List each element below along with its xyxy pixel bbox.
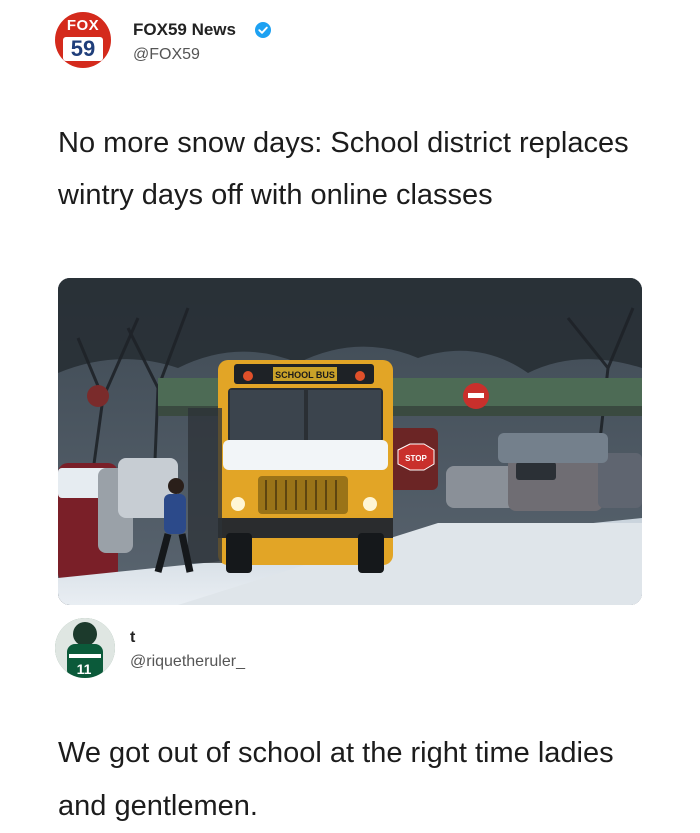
reply-header: 11 t @riquetheruler_ <box>55 618 655 688</box>
avatar-riquetheruler[interactable]: 11 <box>55 618 115 678</box>
avatar-fox59[interactable]: FOX 59 <box>55 12 111 68</box>
verified-badge-icon <box>255 22 271 38</box>
author-name[interactable]: FOX59 News <box>133 20 236 40</box>
bus-sign-text: SCHOOL BUS <box>275 370 335 380</box>
avatar-number-box: 59 <box>63 37 103 61</box>
reply-text: We got out of school at the right time l… <box>58 737 614 822</box>
reply-author-handle[interactable]: @riquetheruler_ <box>130 653 245 671</box>
tweet-header-fox59: FOX 59 FOX59 News @FOX59 <box>55 12 655 74</box>
reply-author-name[interactable]: t <box>130 629 135 647</box>
tweet-text: No more snow days: School district repla… <box>58 127 629 211</box>
stop-sign-text: STOP <box>405 454 427 463</box>
avatar-fox-text: FOX <box>66 17 100 34</box>
avatar-jersey-number: 11 <box>77 661 92 677</box>
author-handle[interactable]: @FOX59 <box>133 46 200 64</box>
tweet-photo-school-bus-snow[interactable]: SCHOOL BUS STOP <box>58 278 642 605</box>
avatar-number: 59 <box>70 36 96 61</box>
